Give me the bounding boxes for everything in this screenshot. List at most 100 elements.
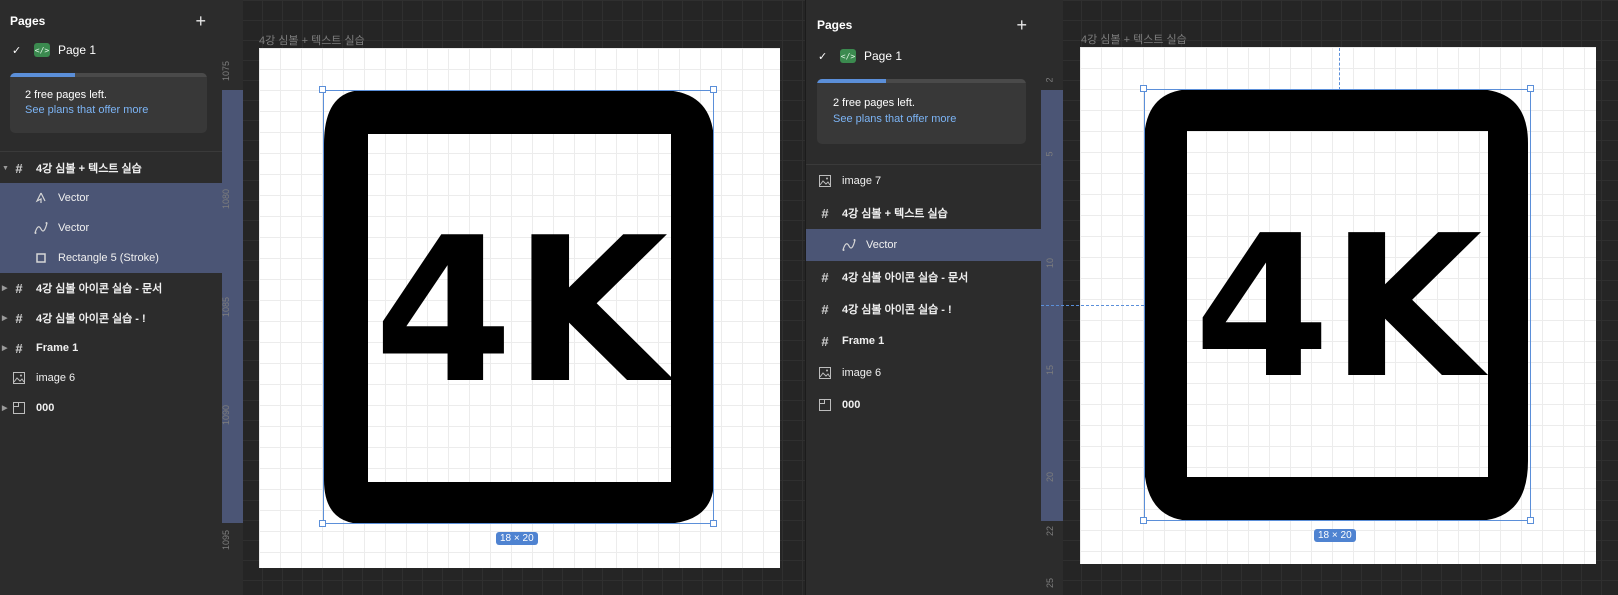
frame-name-label[interactable]: 4강 심볼 + 텍스트 실습 — [1081, 31, 1187, 47]
layer-label: 000 — [842, 399, 861, 411]
section-icon — [12, 401, 26, 415]
frame-hash-icon: # — [15, 340, 23, 356]
caret-down-icon[interactable]: ▼ — [2, 165, 9, 172]
layer-label: 4강 심볼 아이콘 실습 - ! — [842, 304, 952, 316]
pages-title: Pages — [817, 18, 853, 32]
resize-handle-tl[interactable] — [1140, 85, 1147, 92]
see-plans-link[interactable]: See plans that offer more — [25, 104, 148, 116]
plus-icon[interactable]: + — [1016, 16, 1027, 34]
layer-label: 4강 심볼 아이콘 실습 - ! — [36, 313, 146, 325]
layer-frame-1[interactable]: # Frame 1 — [806, 325, 1041, 357]
code-page-icon: </> — [840, 49, 856, 63]
caret-right-icon[interactable]: ▶ — [2, 344, 7, 352]
ruler-tick: 1085 — [221, 296, 232, 318]
pages-title: Pages — [10, 14, 46, 28]
resize-handle-bl[interactable] — [319, 520, 326, 527]
pages-header: Pages + — [0, 12, 222, 30]
vector-path-icon — [34, 221, 48, 235]
layer-section-000[interactable]: 000 — [806, 389, 1041, 421]
right-canvas[interactable]: 2 5 10 15 20 22 25 4강 심볼 + 텍스트 실습 4K 18 … — [1041, 0, 1618, 595]
layer-image-7[interactable]: image 7 — [806, 165, 1041, 197]
caret-right-icon[interactable]: ▶ — [2, 314, 7, 322]
layer-label: Vector — [866, 239, 898, 251]
frame-name-label[interactable]: 4강 심볼 + 텍스트 실습 — [259, 32, 365, 48]
resize-handle-tr[interactable] — [1527, 85, 1534, 92]
layer-label: Frame 1 — [842, 335, 885, 347]
layer-label: 4강 심볼 + 텍스트 실습 — [36, 163, 142, 175]
layer-image-6[interactable]: image 6 — [806, 357, 1041, 389]
plan-upsell-box: 2 free pages left. See plans that offer … — [10, 73, 207, 133]
figma-workspace: Pages + ✓ </> Page 1 2 free pages left. … — [0, 0, 1618, 595]
selection-box — [323, 90, 714, 524]
check-icon: ✓ — [12, 44, 22, 57]
vertical-ruler: 1075 1080 1085 1090 1095 — [221, 0, 243, 595]
size-badge: 18 × 20 — [1314, 529, 1356, 542]
frame-hash-icon: # — [15, 160, 23, 176]
pages-header: Pages + — [806, 16, 1041, 34]
ruler-tick: 5 — [1044, 151, 1055, 157]
ruler-tick: 1090 — [221, 404, 232, 426]
page-name: Page 1 — [864, 49, 903, 63]
resize-handle-br[interactable] — [1527, 517, 1534, 524]
layer-label: 4강 심볼 + 텍스트 실습 — [842, 208, 948, 220]
panel-divider — [0, 151, 222, 152]
frame-hash-icon: # — [821, 205, 829, 221]
image-icon — [12, 371, 26, 385]
layer-vector-2[interactable]: Vector — [0, 213, 222, 243]
layer-section-000[interactable]: ▶ 000 — [0, 393, 222, 423]
layer-frame-exclaim[interactable]: ▶ # 4강 심볼 아이콘 실습 - ! — [0, 303, 222, 333]
page-name: Page 1 — [58, 43, 97, 57]
layer-label: 4강 심볼 아이콘 실습 - 문서 — [842, 272, 969, 284]
resize-handle-bl[interactable] — [1140, 517, 1147, 524]
resize-handle-br[interactable] — [710, 520, 717, 527]
layer-rectangle-stroke[interactable]: Rectangle 5 (Stroke) — [0, 243, 222, 273]
layer-image-6[interactable]: image 6 — [0, 363, 222, 393]
layer-frame-symbol-text[interactable]: # 4강 심볼 + 텍스트 실습 — [806, 197, 1041, 229]
right-layers-panel: Pages + ✓ </> Page 1 2 free pages left. … — [805, 0, 1041, 595]
plan-progress-fill — [10, 73, 75, 77]
layer-vector[interactable]: Vector — [806, 229, 1041, 261]
ruler-tick: 10 — [1045, 257, 1056, 269]
page-item-page-1[interactable]: ✓ </> Page 1 — [0, 42, 222, 58]
layer-label: image 7 — [842, 175, 882, 187]
image-icon — [818, 366, 832, 380]
layer-vector-1[interactable]: Vector — [0, 183, 222, 213]
ruler-tick: 1075 — [221, 60, 232, 82]
layer-frame-1[interactable]: ▶ # Frame 1 — [0, 333, 222, 363]
ruler-tick: 15 — [1045, 364, 1056, 376]
layer-frame-symbol-text[interactable]: ▼ # 4강 심볼 + 텍스트 실습 — [0, 153, 222, 183]
frame-hash-icon: # — [15, 310, 23, 326]
plan-progress-fill — [817, 79, 886, 83]
page-item-page-1[interactable]: ✓ </> Page 1 — [806, 48, 1041, 64]
see-plans-link[interactable]: See plans that offer more — [833, 113, 956, 125]
ruler-tick: 2 — [1044, 77, 1055, 83]
caret-right-icon[interactable]: ▶ — [2, 404, 7, 412]
resize-handle-tl[interactable] — [319, 86, 326, 93]
layer-label: image 6 — [842, 367, 882, 379]
plus-icon[interactable]: + — [195, 12, 206, 30]
ruler-tick: 1095 — [221, 529, 232, 551]
ruler-tick: 22 — [1045, 525, 1056, 537]
code-page-icon: </> — [34, 43, 50, 57]
size-badge: 18 × 20 — [496, 532, 538, 545]
plan-free-pages-text: 2 free pages left. — [833, 97, 915, 109]
layer-frame-exclaim[interactable]: # 4강 심볼 아이콘 실습 - ! — [806, 293, 1041, 325]
resize-handle-tr[interactable] — [710, 86, 717, 93]
ruler-tick: 1080 — [221, 188, 232, 210]
layer-label: image 6 — [36, 372, 76, 384]
measure-guide-vertical — [1339, 48, 1340, 90]
left-canvas[interactable]: 1075 1080 1085 1090 1095 4강 심볼 + 텍스트 실습 … — [221, 0, 805, 595]
layer-label: 4강 심볼 아이콘 실습 - 문서 — [36, 283, 163, 295]
left-layers-panel: Pages + ✓ </> Page 1 2 free pages left. … — [0, 0, 222, 595]
layer-label: Vector — [58, 222, 90, 234]
layer-label: Frame 1 — [36, 342, 79, 354]
layer-frame-doc[interactable]: # 4강 심볼 아이콘 실습 - 문서 — [806, 261, 1041, 293]
caret-right-icon[interactable]: ▶ — [2, 284, 7, 292]
plan-upsell-box: 2 free pages left. See plans that offer … — [817, 79, 1026, 144]
layer-frame-doc[interactable]: ▶ # 4강 심볼 아이콘 실습 - 문서 — [0, 273, 222, 303]
image-icon — [818, 174, 832, 188]
vector-pen-icon — [34, 191, 48, 205]
frame-hash-icon: # — [821, 269, 829, 285]
layer-label: 000 — [36, 402, 55, 414]
section-icon — [818, 398, 832, 412]
